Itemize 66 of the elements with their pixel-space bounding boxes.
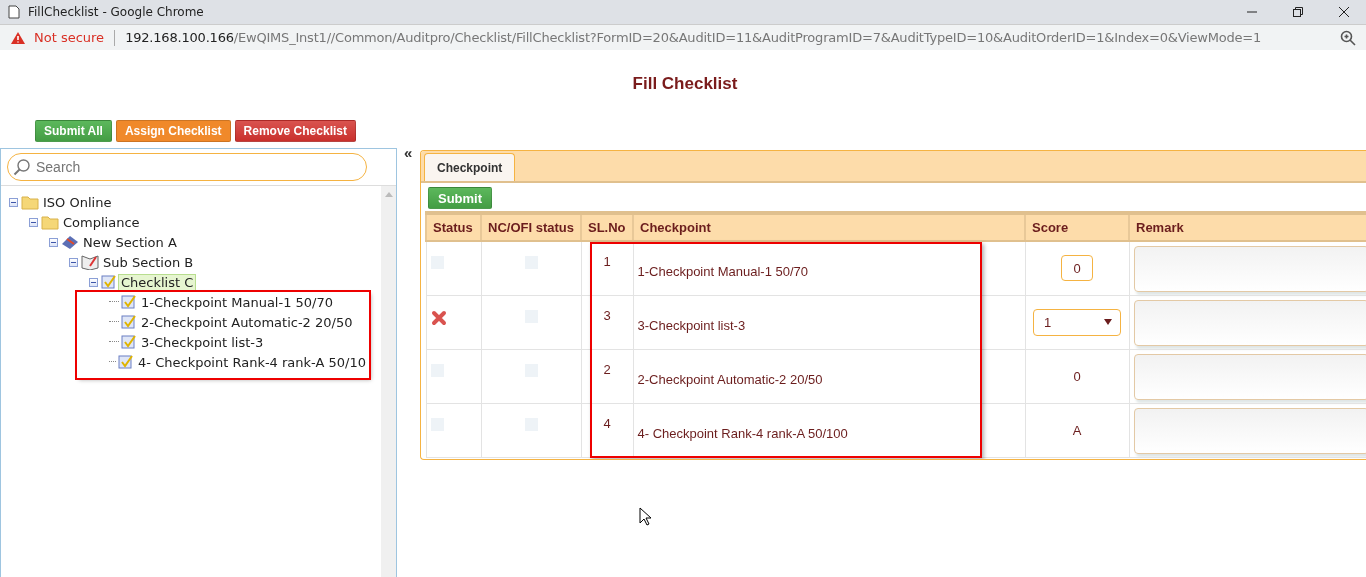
open-book-icon — [81, 254, 99, 270]
remark-field[interactable] — [1133, 299, 1366, 346]
tree-item[interactable]: 1-Checkpoint Manual-1 50/70 — [138, 293, 337, 311]
column-header: Remark — [1129, 213, 1366, 241]
remark-field[interactable] — [1133, 246, 1366, 292]
checklist-icon — [121, 294, 137, 310]
table-cell: 4- Checkpoint Rank-4 rank-A 50/100 — [637, 425, 848, 441]
collapse-toggle[interactable] — [69, 257, 78, 267]
page-title: Fill Checklist — [631, 73, 739, 95]
table-cell: 3-Checkpoint list-3 — [637, 317, 746, 333]
column-header: SL.No — [581, 213, 633, 241]
page-icon — [8, 5, 20, 19]
column-header: Score — [1025, 213, 1129, 241]
search-icon — [13, 158, 31, 176]
window-title: FillChecklist - Google Chrome — [28, 5, 204, 19]
tree-item[interactable]: Sub Section B — [100, 253, 197, 271]
connector-line — [109, 361, 117, 363]
book-icon — [61, 234, 79, 250]
score-dropdown[interactable]: 1 — [1033, 308, 1121, 336]
collapse-toggle[interactable] — [29, 217, 38, 227]
warning-icon — [10, 30, 26, 45]
column-header: Checkpoint — [633, 213, 1025, 241]
connector-line — [109, 341, 119, 343]
connector-line — [109, 301, 119, 303]
checklist-icon — [118, 354, 135, 370]
tree-item[interactable]: 2-Checkpoint Automatic-2 20/50 — [138, 313, 356, 331]
tab[interactable]: Checkpoint — [424, 153, 516, 181]
checklist-icon — [101, 274, 117, 290]
zoom-icon[interactable] — [1340, 29, 1356, 46]
collapse-toggle[interactable] — [89, 277, 98, 287]
folder-icon — [21, 194, 39, 210]
restore-icon[interactable] — [1292, 6, 1304, 18]
remark-field[interactable] — [1133, 353, 1366, 400]
table-cell: 3 — [603, 307, 611, 323]
table-cell: 2 — [603, 361, 611, 377]
collapse-toggle[interactable] — [49, 237, 58, 247]
table-cell: 1-Checkpoint Manual-1 50/70 — [637, 264, 809, 279]
close-icon[interactable] — [1338, 6, 1350, 18]
checklist-icon — [121, 334, 137, 350]
tree-item[interactable]: Checklist C — [118, 273, 197, 291]
action-button[interactable]: Remove Checklist — [234, 120, 356, 142]
tree-item[interactable]: 4- Checkpoint Rank-4 rank-A 50/10 — [135, 353, 369, 371]
connector-line — [109, 321, 119, 323]
url-text[interactable]: 192.168.100.166/EwQIMS_Inst1//Common/Auditpro/Checklist/FillChecklist?FormID=20&AuditID=11&AuditProgramID=7&AuditTypeID=10&AuditOrderID=1&Index=0&ViewMode=1 — [125, 30, 1262, 45]
column-header: Status — [426, 213, 481, 241]
scrollbar[interactable] — [381, 186, 396, 577]
security-label[interactable]: Not secure — [34, 30, 105, 45]
cursor-icon — [639, 507, 653, 527]
column-header: NC/OFI status — [481, 213, 581, 241]
tree-item[interactable]: 3-Checkpoint list-3 — [138, 333, 267, 351]
checklist-icon — [121, 314, 137, 330]
table-cell: 4 — [603, 415, 611, 431]
table-cell-text: A — [1072, 421, 1082, 438]
search-field[interactable]: Search — [7, 153, 367, 181]
collapse-toggle[interactable] — [9, 197, 18, 207]
caret-icon — [1104, 319, 1112, 325]
table-cell-text: 0 — [1073, 367, 1081, 384]
score-field[interactable]: 0 — [1061, 255, 1093, 281]
table-cell: 1 — [603, 254, 611, 269]
tree-item[interactable]: New Section A — [80, 233, 180, 251]
table-cell: 2-Checkpoint Automatic-2 20/50 — [637, 371, 823, 387]
collapse-button[interactable]: « — [397, 144, 420, 161]
remark-field[interactable] — [1133, 407, 1366, 454]
folder-icon — [41, 214, 59, 230]
tree-item[interactable]: ISO Online — [40, 193, 115, 211]
tree-item[interactable]: Compliance — [60, 213, 143, 231]
